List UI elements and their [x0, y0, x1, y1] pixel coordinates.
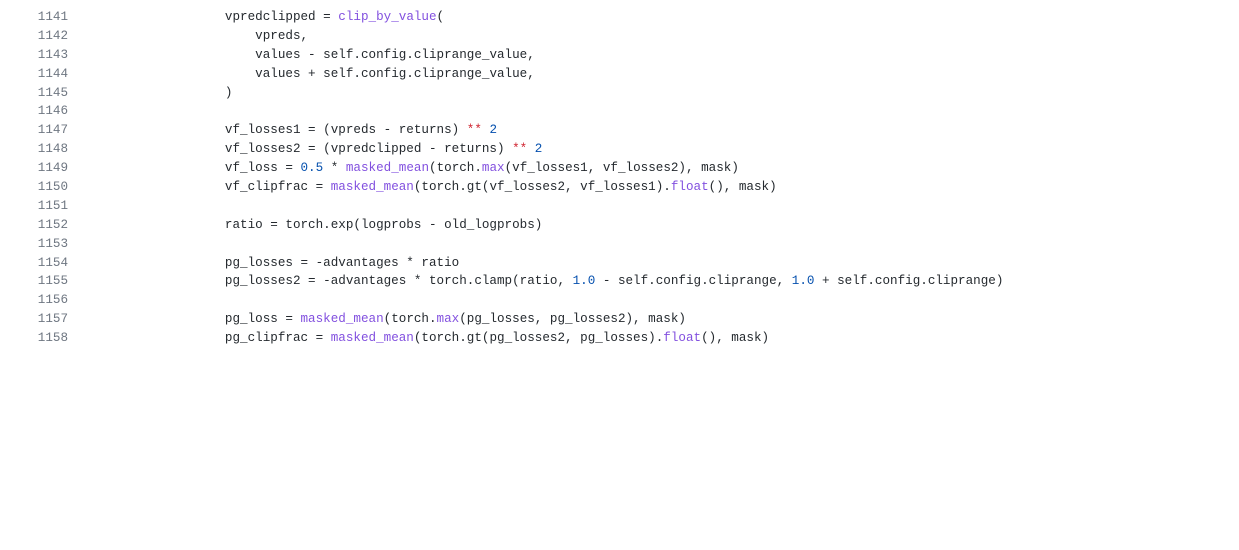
- code-content[interactable]: vf_clipfrac = masked_mean(torch.gt(vf_lo…: [104, 178, 1239, 197]
- line-number[interactable]: 1158: [0, 329, 104, 348]
- code-line[interactable]: 1151: [0, 197, 1239, 216]
- line-number[interactable]: 1157: [0, 310, 104, 329]
- code-content[interactable]: vpredclipped = clip_by_value(: [104, 8, 1239, 27]
- line-number[interactable]: 1152: [0, 216, 104, 235]
- code-content[interactable]: pg_losses = -advantages * ratio: [104, 254, 1239, 273]
- line-number[interactable]: 1154: [0, 254, 104, 273]
- code-block: 1141 vpredclipped = clip_by_value(1142 v…: [0, 0, 1239, 348]
- code-line[interactable]: 1144 values + self.config.cliprange_valu…: [0, 65, 1239, 84]
- code-content[interactable]: vf_losses2 = (vpredclipped - returns) **…: [104, 140, 1239, 159]
- line-number[interactable]: 1142: [0, 27, 104, 46]
- line-number[interactable]: 1155: [0, 272, 104, 291]
- code-line[interactable]: 1152 ratio = torch.exp(logprobs - old_lo…: [0, 216, 1239, 235]
- code-content[interactable]: ratio = torch.exp(logprobs - old_logprob…: [104, 216, 1239, 235]
- code-line[interactable]: 1142 vpreds,: [0, 27, 1239, 46]
- line-number[interactable]: 1156: [0, 291, 104, 310]
- code-line[interactable]: 1154 pg_losses = -advantages * ratio: [0, 254, 1239, 273]
- code-line[interactable]: 1141 vpredclipped = clip_by_value(: [0, 8, 1239, 27]
- line-number[interactable]: 1149: [0, 159, 104, 178]
- code-line[interactable]: 1156: [0, 291, 1239, 310]
- code-content[interactable]: pg_clipfrac = masked_mean(torch.gt(pg_lo…: [104, 329, 1239, 348]
- code-line[interactable]: 1155 pg_losses2 = -advantages * torch.cl…: [0, 272, 1239, 291]
- code-line[interactable]: 1145 ): [0, 84, 1239, 103]
- code-content[interactable]: vf_loss = 0.5 * masked_mean(torch.max(vf…: [104, 159, 1239, 178]
- code-content[interactable]: pg_loss = masked_mean(torch.max(pg_losse…: [104, 310, 1239, 329]
- code-line[interactable]: 1150 vf_clipfrac = masked_mean(torch.gt(…: [0, 178, 1239, 197]
- code-line[interactable]: 1158 pg_clipfrac = masked_mean(torch.gt(…: [0, 329, 1239, 348]
- line-number[interactable]: 1144: [0, 65, 104, 84]
- line-number[interactable]: 1147: [0, 121, 104, 140]
- code-line[interactable]: 1146: [0, 102, 1239, 121]
- line-number[interactable]: 1150: [0, 178, 104, 197]
- code-line[interactable]: 1153: [0, 235, 1239, 254]
- line-number[interactable]: 1151: [0, 197, 104, 216]
- code-content[interactable]: vpreds,: [104, 27, 1239, 46]
- line-number[interactable]: 1143: [0, 46, 104, 65]
- code-line[interactable]: 1149 vf_loss = 0.5 * masked_mean(torch.m…: [0, 159, 1239, 178]
- line-number[interactable]: 1148: [0, 140, 104, 159]
- code-content[interactable]: values + self.config.cliprange_value,: [104, 65, 1239, 84]
- code-content[interactable]: values - self.config.cliprange_value,: [104, 46, 1239, 65]
- line-number[interactable]: 1146: [0, 102, 104, 121]
- code-line[interactable]: 1157 pg_loss = masked_mean(torch.max(pg_…: [0, 310, 1239, 329]
- code-content[interactable]: ): [104, 84, 1239, 103]
- code-line[interactable]: 1148 vf_losses2 = (vpredclipped - return…: [0, 140, 1239, 159]
- line-number[interactable]: 1153: [0, 235, 104, 254]
- code-content[interactable]: pg_losses2 = -advantages * torch.clamp(r…: [104, 272, 1239, 291]
- code-line[interactable]: 1143 values - self.config.cliprange_valu…: [0, 46, 1239, 65]
- code-content[interactable]: vf_losses1 = (vpreds - returns) ** 2: [104, 121, 1239, 140]
- line-number[interactable]: 1145: [0, 84, 104, 103]
- code-line[interactable]: 1147 vf_losses1 = (vpreds - returns) ** …: [0, 121, 1239, 140]
- line-number[interactable]: 1141: [0, 8, 104, 27]
